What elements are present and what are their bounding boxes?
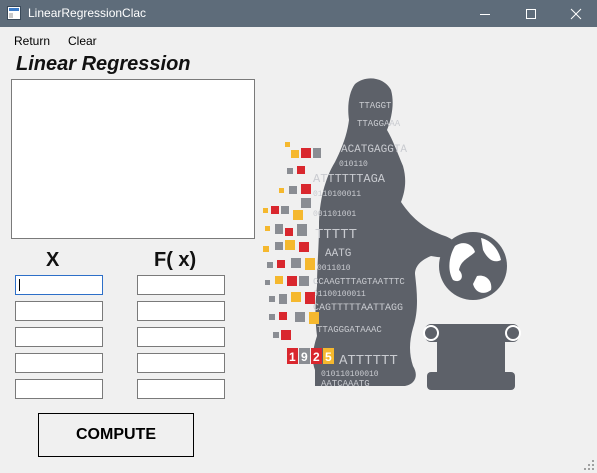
pixel-square (293, 210, 303, 220)
pixel-square (271, 206, 279, 214)
pixel-square (313, 148, 321, 158)
year-digit-2: 9 (301, 350, 308, 364)
thinker-dna-illustration: TTAGGT TTAGGAAA ACATGAGGTA 010110 ATTTTT… (263, 78, 521, 390)
binary-text-6: 010110100010 (321, 370, 379, 379)
app-icon (7, 6, 21, 20)
x-input-2[interactable] (15, 301, 103, 321)
dna-text-9: TTAGGGATAAAC (317, 325, 382, 335)
pixel-square (267, 262, 273, 268)
pixel-square (291, 258, 301, 268)
maximize-icon (526, 8, 536, 19)
dna-text-8: CAGTTTTTAATTAGG (313, 303, 403, 314)
pixel-square (299, 242, 309, 252)
menu-bar: Return Clear (0, 30, 597, 50)
fx-header: F( x) (154, 249, 197, 271)
year-digit-4: 5 (325, 350, 332, 364)
pixel-square (263, 246, 269, 252)
pixel-square (275, 224, 283, 234)
dna-text-10: ATTTTTT (339, 353, 398, 369)
dna-text-5: TTTTT (315, 227, 357, 243)
year-digit-1: 1 (289, 350, 296, 364)
pixel-square (265, 280, 270, 285)
dna-text-1: TTAGGT (359, 101, 392, 111)
pedestal-base (427, 372, 515, 390)
pixel-square (263, 208, 268, 213)
pixel-square (297, 224, 307, 236)
maximize-button[interactable] (508, 0, 554, 27)
output-box[interactable] (11, 79, 255, 239)
pixel-square (275, 276, 283, 284)
binary-text-3: 001101001 (313, 210, 356, 219)
text-caret (19, 279, 20, 291)
pixel-square (297, 166, 305, 174)
pixel-square (269, 314, 275, 320)
window-title: LinearRegressionClac (28, 6, 147, 20)
pixel-square (273, 332, 279, 338)
dna-text-3: ACATGAGGTA (341, 144, 407, 156)
x-input-5[interactable] (15, 379, 103, 399)
binary-text-1: 010110 (339, 160, 368, 169)
pixel-square (285, 240, 295, 250)
pixel-square (305, 258, 315, 270)
fx-input-2[interactable] (137, 301, 225, 321)
dna-text-7: CCAAGTTTAGTAATTTC (313, 277, 405, 287)
binary-text-2: 0110100011 (313, 190, 361, 199)
x-input-4[interactable] (15, 353, 103, 373)
pixel-square (265, 226, 270, 231)
dna-text-6: AATG (325, 248, 351, 260)
pixel-square (275, 242, 283, 250)
pixel-square (285, 228, 293, 236)
dna-text-11: AATCAAATG (321, 379, 370, 389)
pixel-square (279, 294, 287, 304)
minimize-icon (480, 13, 490, 15)
pixel-square (309, 312, 319, 324)
menu-return[interactable]: Return (14, 34, 50, 48)
minimize-button[interactable] (462, 0, 508, 27)
close-icon (570, 8, 582, 19)
pixel-square (305, 292, 315, 304)
form-title: Linear Regression (16, 53, 191, 75)
x-header: X (46, 249, 60, 271)
pixel-square (279, 312, 287, 320)
binary-text-5: 01100100011 (313, 290, 366, 299)
pixel-square (301, 198, 311, 208)
fx-input-5[interactable] (137, 379, 225, 399)
pixel-square (281, 330, 291, 340)
pixel-square (287, 276, 297, 286)
globe (439, 232, 507, 300)
title-bar: LinearRegressionClac (0, 0, 597, 27)
x-input-3[interactable] (15, 327, 103, 347)
pixel-square (289, 186, 297, 194)
pedestal-top (425, 324, 519, 342)
fx-input-3[interactable] (137, 327, 225, 347)
pedestal-column (437, 342, 505, 372)
menu-clear[interactable]: Clear (68, 34, 97, 48)
year-digit-3: 2 (313, 350, 320, 364)
dna-text-2: TTAGGAAA (357, 119, 401, 129)
pixel-square (291, 292, 301, 302)
x-input-1[interactable] (15, 275, 103, 295)
pixel-square (295, 312, 305, 322)
pixel-square (281, 206, 289, 214)
dna-text-4: ATTTTTTAGA (313, 172, 386, 186)
pixel-square (301, 184, 311, 194)
pixel-square (269, 296, 275, 302)
fx-input-1[interactable] (137, 275, 225, 295)
pixel-square (277, 260, 285, 268)
pixel-square (285, 142, 290, 147)
pixel-square (299, 276, 309, 286)
close-button[interactable] (553, 0, 597, 27)
pixel-square (287, 168, 293, 174)
pixel-square (301, 148, 311, 158)
compute-button[interactable]: COMPUTE (38, 413, 194, 457)
fx-input-4[interactable] (137, 353, 225, 373)
binary-text-4: 0011010 (317, 264, 351, 273)
resize-grip-icon[interactable] (583, 459, 595, 471)
pixel-square (291, 150, 299, 158)
pixel-square (279, 188, 284, 193)
